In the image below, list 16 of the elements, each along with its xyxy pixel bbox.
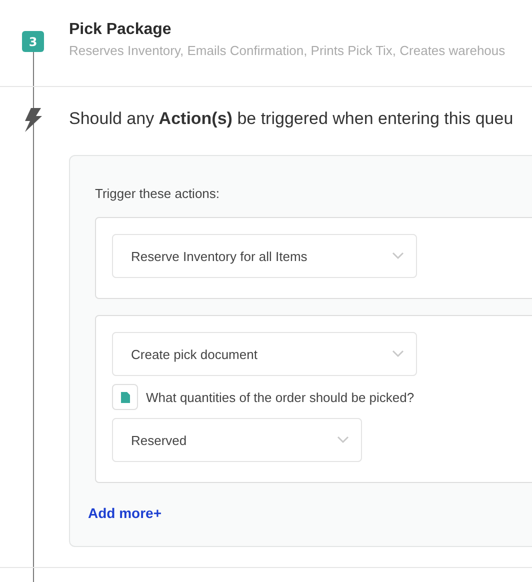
lightning-icon bbox=[24, 108, 42, 132]
document-button[interactable] bbox=[112, 384, 138, 410]
document-icon bbox=[120, 392, 130, 402]
dropdown-field[interactable]: Create pick document bbox=[112, 332, 417, 376]
chevron-down-icon bbox=[392, 252, 404, 260]
step-title: Pick Package bbox=[69, 21, 172, 39]
step-description: Reserves Inventory, Emails Confirmation, Prints Pick Tix, Creates warehous bbox=[69, 43, 506, 58]
dropdown-field[interactable]: Reserve Inventory for all Items bbox=[112, 234, 417, 278]
trigger-question: Should any Action(s) be triggered when entering this queu bbox=[69, 109, 514, 130]
step-number: 3 bbox=[22, 31, 44, 52]
add-more-link[interactable]: Add more+ bbox=[88, 505, 162, 521]
dropdown-field[interactable]: Reserved bbox=[112, 418, 362, 462]
option-question: What quantities of the order should be picked? bbox=[146, 390, 414, 404]
actions-label: Trigger these actions: bbox=[95, 186, 221, 201]
chevron-down-icon bbox=[392, 350, 404, 358]
chevron-down-icon bbox=[337, 436, 349, 444]
